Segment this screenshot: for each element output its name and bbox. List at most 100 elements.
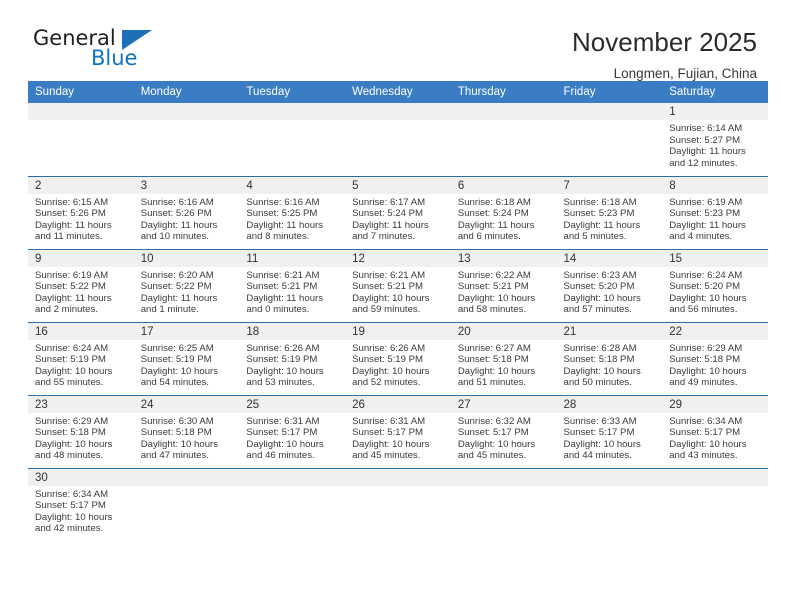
calendar-day-cell[interactable]: 11 Sunrise: 6:21 AM Sunset: 5:21 PM Dayligh…	[239, 248, 346, 322]
day-number: 3	[133, 176, 240, 194]
daylight-text-cont: and 55 minutes.	[35, 377, 104, 389]
daylight-text-cont: and 10 minutes.	[140, 231, 209, 243]
day-details: Sunrise: 6:21 AM Sunset: 5:21 PM Daylight:…	[345, 267, 451, 316]
daylight-text: Daylight: 10 hours	[352, 292, 430, 304]
daylight-text: Daylight: 10 hours	[246, 365, 324, 377]
calendar-day-cell[interactable]: 15 Sunrise: 6:24 AM Sunset: 5:20 PM Dayligh…	[662, 248, 768, 322]
sunset-text: Sunset: 5:17 PM	[563, 427, 635, 439]
general-blue-logo[interactable]: General Blue	[33, 28, 153, 76]
calendar-head: Sunday Monday Tuesday Wednesday Thursday Frid…	[28, 81, 768, 103]
calendar-day-cell[interactable]: 20 Sunrise: 6:27 AM Sunset: 5:18 PM Dayligh…	[450, 321, 557, 395]
daylight-text-cont: and 0 minutes.	[246, 304, 310, 316]
calendar-week-row: 9 Sunrise: 6:19 AM Sunset: 5:22 PM Daylight…	[28, 248, 768, 322]
sunrise-text: Sunrise: 6:32 AM	[457, 415, 531, 427]
calendar-day-cell[interactable]: 9 Sunrise: 6:19 AM Sunset: 5:22 PM Daylight…	[28, 248, 134, 322]
day-details: Sunrise: 6:29 AM Sunset: 5:18 PM Daylight:…	[28, 413, 134, 462]
day-details: Sunrise: 6:31 AM Sunset: 5:17 PM Daylight:…	[239, 413, 345, 462]
daylight-text: Daylight: 10 hours	[563, 365, 641, 377]
day-details: Sunrise: 6:23 AM Sunset: 5:20 PM Daylight:…	[557, 267, 663, 316]
calendar-day-cell[interactable]: 19 Sunrise: 6:26 AM Sunset: 5:19 PM Dayligh…	[345, 321, 451, 395]
calendar-day-cell[interactable]: 30 Sunrise: 6:34 AM Sunset: 5:17 PM Dayligh…	[28, 467, 134, 541]
day-number: 6	[450, 176, 557, 194]
daylight-text: Daylight: 10 hours	[35, 365, 113, 377]
calendar-day-cell[interactable]: 7 Sunrise: 6:18 AM Sunset: 5:23 PM Daylight…	[556, 175, 663, 249]
calendar-day-cell[interactable]: 5 Sunrise: 6:17 AM Sunset: 5:24 PM Daylight…	[345, 175, 451, 249]
daylight-text-cont: and 54 minutes.	[140, 377, 209, 389]
daylight-text-cont: and 44 minutes.	[563, 450, 632, 462]
calendar-day-cell[interactable]: 13 Sunrise: 6:22 AM Sunset: 5:21 PM Dayligh…	[450, 248, 557, 322]
calendar-day-cell[interactable]: 6 Sunrise: 6:18 AM Sunset: 5:24 PM Daylight…	[450, 175, 557, 249]
calendar-day-cell[interactable]: 29 Sunrise: 6:34 AM Sunset: 5:17 PM Dayligh…	[662, 394, 768, 468]
daylight-text-cont: and 43 minutes.	[669, 450, 738, 462]
calendar-day-cell[interactable]: 25 Sunrise: 6:31 AM Sunset: 5:17 PM Dayligh…	[239, 394, 346, 468]
sunset-text: Sunset: 5:22 PM	[35, 281, 106, 293]
calendar-body: 1 Sunrise: 6:14 AM Sunset: 5:27 PM Daylight…	[28, 103, 768, 541]
day-details: Sunrise: 6:32 AM Sunset: 5:17 PM Daylight:…	[451, 413, 557, 462]
day-details: Sunrise: 6:33 AM Sunset: 5:17 PM Daylight:…	[557, 413, 663, 462]
calendar-day-cell[interactable]: 27 Sunrise: 6:32 AM Sunset: 5:17 PM Dayligh…	[450, 394, 557, 468]
sunset-text: Sunset: 5:20 PM	[563, 281, 635, 293]
day-number	[345, 468, 451, 486]
daylight-text: Daylight: 10 hours	[352, 438, 430, 450]
sunrise-text: Sunrise: 6:21 AM	[246, 269, 320, 281]
sunrise-text: Sunrise: 6:25 AM	[140, 342, 214, 354]
sunrise-text: Sunrise: 6:16 AM	[140, 196, 214, 208]
calendar-day-cell[interactable]: 28 Sunrise: 6:33 AM Sunset: 5:17 PM Dayligh…	[556, 394, 663, 468]
calendar-day-cell[interactable]: 18 Sunrise: 6:26 AM Sunset: 5:19 PM Dayligh…	[239, 321, 346, 395]
sunset-text: Sunset: 5:23 PM	[563, 208, 635, 220]
day-number: 21	[556, 322, 663, 340]
calendar-day-cell[interactable]: 3 Sunrise: 6:16 AM Sunset: 5:26 PM Daylight…	[133, 175, 240, 249]
day-number	[133, 468, 240, 486]
day-details: Sunrise: 6:26 AM Sunset: 5:19 PM Daylight:…	[239, 340, 345, 389]
day-number: 24	[133, 395, 240, 413]
calendar-day-cell[interactable]: 1 Sunrise: 6:14 AM Sunset: 5:27 PM Daylight…	[662, 103, 768, 176]
title-block: November 2025 Longmen, Fujian, China	[572, 28, 757, 81]
calendar-container: Sunday Monday Tuesday Wednesday Thursday Frid…	[0, 81, 792, 541]
calendar-day-cell[interactable]: 12 Sunrise: 6:21 AM Sunset: 5:21 PM Dayligh…	[345, 248, 451, 322]
day-number: 4	[239, 176, 346, 194]
sunrise-text: Sunrise: 6:16 AM	[246, 196, 320, 208]
daylight-text-cont: and 45 minutes.	[352, 450, 421, 462]
page-title: November 2025	[572, 27, 757, 57]
day-number: 9	[28, 249, 134, 267]
calendar-day-cell[interactable]: 26 Sunrise: 6:31 AM Sunset: 5:17 PM Dayligh…	[345, 394, 451, 468]
weekday-header-sunday: Sunday	[28, 81, 134, 103]
page-subtitle: Longmen, Fujian, China	[613, 65, 757, 81]
day-number	[662, 468, 768, 486]
calendar-day-cell[interactable]: 4 Sunrise: 6:16 AM Sunset: 5:25 PM Daylight…	[239, 175, 346, 249]
calendar-day-cell[interactable]: 2 Sunrise: 6:15 AM Sunset: 5:26 PM Daylight…	[28, 175, 134, 249]
sunrise-text: Sunrise: 6:24 AM	[669, 269, 743, 281]
calendar-day-cell[interactable]: 8 Sunrise: 6:19 AM Sunset: 5:23 PM Daylight…	[662, 175, 768, 249]
calendar-day-cell[interactable]: 10 Sunrise: 6:20 AM Sunset: 5:22 PM Dayligh…	[133, 248, 240, 322]
calendar-day-cell[interactable]: 21 Sunrise: 6:28 AM Sunset: 5:18 PM Dayligh…	[556, 321, 663, 395]
calendar-week-row: 1 Sunrise: 6:14 AM Sunset: 5:27 PM Daylight…	[28, 103, 768, 176]
sunrise-text: Sunrise: 6:23 AM	[563, 269, 637, 281]
sunrise-text: Sunrise: 6:29 AM	[669, 342, 743, 354]
calendar-day-cell[interactable]: 14 Sunrise: 6:23 AM Sunset: 5:20 PM Dayligh…	[556, 248, 663, 322]
day-number: 10	[133, 249, 240, 267]
calendar-day-cell[interactable]: 24 Sunrise: 6:30 AM Sunset: 5:18 PM Dayligh…	[133, 394, 240, 468]
day-details: Sunrise: 6:19 AM Sunset: 5:23 PM Daylight:…	[662, 194, 768, 243]
calendar-day-cell[interactable]: 17 Sunrise: 6:25 AM Sunset: 5:19 PM Dayligh…	[133, 321, 240, 395]
day-details: Sunrise: 6:24 AM Sunset: 5:20 PM Daylight:…	[662, 267, 768, 316]
day-details: Sunrise: 6:22 AM Sunset: 5:21 PM Daylight:…	[451, 267, 557, 316]
calendar-day-cell[interactable]: 23 Sunrise: 6:29 AM Sunset: 5:18 PM Dayligh…	[28, 394, 134, 468]
day-number	[239, 468, 346, 486]
weekday-header-friday: Friday	[556, 81, 663, 103]
day-details: Sunrise: 6:18 AM Sunset: 5:23 PM Daylight:…	[557, 194, 663, 243]
daylight-text: Daylight: 11 hours	[352, 219, 429, 231]
sunrise-text: Sunrise: 6:20 AM	[140, 269, 214, 281]
daylight-text-cont: and 7 minutes.	[352, 231, 416, 243]
calendar-day-cell[interactable]: 22 Sunrise: 6:29 AM Sunset: 5:18 PM Dayligh…	[662, 321, 768, 395]
day-number: 15	[662, 249, 768, 267]
day-number	[239, 103, 346, 120]
calendar-day-cell[interactable]: 16 Sunrise: 6:24 AM Sunset: 5:19 PM Dayligh…	[28, 321, 134, 395]
logo-text-blue: Blue	[91, 46, 138, 70]
sunset-text: Sunset: 5:21 PM	[246, 281, 318, 293]
sunrise-text: Sunrise: 6:31 AM	[352, 415, 426, 427]
sunset-text: Sunset: 5:23 PM	[669, 208, 741, 220]
day-number	[345, 103, 451, 120]
sunset-text: Sunset: 5:21 PM	[457, 281, 529, 293]
daylight-text-cont: and 47 minutes.	[140, 450, 209, 462]
daylight-text-cont: and 49 minutes.	[669, 377, 738, 389]
